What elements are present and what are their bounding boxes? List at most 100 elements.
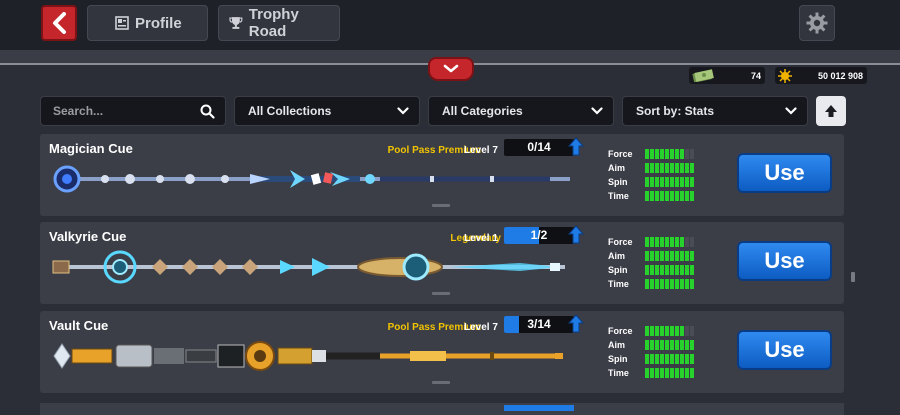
progress-text: 3/14 — [527, 317, 551, 331]
sort-dropdown[interactable]: Sort by: Stats — [622, 96, 808, 126]
stat-segment — [655, 354, 659, 364]
settings-button[interactable] — [799, 5, 835, 41]
stat-segment — [680, 354, 684, 364]
stat-segment — [665, 163, 669, 173]
stat-segment — [645, 326, 649, 336]
use-button[interactable]: Use — [737, 241, 832, 281]
stat-bar — [645, 354, 694, 364]
stat-segment — [665, 326, 669, 336]
stat-segment — [675, 163, 679, 173]
collapse-header-button[interactable] — [428, 57, 474, 81]
stat-segment — [680, 237, 684, 247]
tab-trophy-road-label: Trophy Road — [248, 6, 299, 40]
stat-segment — [645, 163, 649, 173]
tab-profile[interactable]: Profile — [87, 5, 208, 41]
search-input[interactable]: Search... — [40, 96, 226, 126]
cue-card-partial[interactable] — [40, 403, 844, 415]
stat-segment — [650, 149, 654, 159]
stat-segment — [675, 149, 679, 159]
stat-segment — [655, 177, 659, 187]
stat-label: Spin — [608, 177, 628, 187]
stat-segment — [660, 177, 664, 187]
stat-bar — [645, 163, 694, 173]
stat-segment — [645, 265, 649, 275]
cue-stats: Force Aim Spin Time — [608, 235, 694, 291]
tab-trophy-road[interactable]: Trophy Road — [218, 5, 340, 41]
trophy-icon — [229, 17, 243, 29]
stat-bar — [645, 265, 694, 275]
scrollbar-thumb[interactable] — [851, 272, 855, 282]
stat-segment — [650, 326, 654, 336]
chevron-down-icon — [591, 107, 603, 115]
stat-label: Time — [608, 279, 629, 289]
stat-segment — [690, 354, 694, 364]
collections-dropdown[interactable]: All Collections — [234, 96, 420, 126]
stat-segment — [660, 265, 664, 275]
stat-bar — [645, 326, 694, 336]
cue-card-magician[interactable]: Magician Cue Pool Pass Premium Level 7 0… — [40, 134, 844, 216]
cue-stats: Force Aim Spin Time — [608, 324, 694, 380]
upgrade-progress-bar: 3/14 — [504, 316, 574, 333]
stat-segment — [650, 251, 654, 261]
cue-card-valkyrie[interactable]: Valkyrie Cue Legendary Level 1 1/2 Force… — [40, 222, 844, 304]
stat-segment — [680, 163, 684, 173]
stat-label: Force — [608, 237, 633, 247]
stat-segment — [655, 326, 659, 336]
stat-segment — [690, 340, 694, 350]
stat-segment — [645, 149, 649, 159]
stat-segment — [685, 354, 689, 364]
stat-bar — [645, 279, 694, 289]
stat-segment — [675, 368, 679, 378]
use-button[interactable]: Use — [737, 153, 832, 193]
stat-segment — [675, 326, 679, 336]
stat-aim: Aim — [608, 338, 694, 352]
categories-dropdown[interactable]: All Categories — [428, 96, 614, 126]
stat-segment — [645, 368, 649, 378]
drag-handle — [432, 381, 450, 384]
stat-segment — [685, 265, 689, 275]
stat-segment — [690, 163, 694, 173]
stat-segment — [665, 191, 669, 201]
progress-text: 0/14 — [527, 140, 551, 154]
stat-segment — [670, 279, 674, 289]
stat-segment — [685, 163, 689, 173]
stat-bar — [645, 177, 694, 187]
stat-segment — [665, 354, 669, 364]
stat-segment — [680, 191, 684, 201]
stat-segment — [685, 340, 689, 350]
stat-segment — [660, 191, 664, 201]
sort-direction-button[interactable] — [816, 96, 846, 126]
stat-segment — [660, 326, 664, 336]
stat-segment — [685, 149, 689, 159]
use-button[interactable]: Use — [737, 330, 832, 370]
stat-segment — [665, 149, 669, 159]
stat-segment — [680, 265, 684, 275]
stat-segment — [660, 149, 664, 159]
stat-segment — [670, 340, 674, 350]
cash-counter: 74 — [689, 67, 765, 84]
stat-spin: Spin — [608, 263, 694, 277]
stat-segment — [665, 340, 669, 350]
stat-segment — [670, 191, 674, 201]
stat-segment — [690, 149, 694, 159]
stat-segment — [660, 368, 664, 378]
cue-level: Level 1 — [464, 233, 498, 244]
stat-segment — [670, 149, 674, 159]
cue-name: Vault Cue — [49, 318, 109, 333]
stat-segment — [690, 368, 694, 378]
stat-time: Time — [608, 277, 694, 291]
stat-segment — [670, 326, 674, 336]
cue-card-vault[interactable]: Vault Cue Pool Pass Premium Level 7 3/14… — [40, 311, 844, 393]
stat-label: Time — [608, 368, 629, 378]
stat-label: Force — [608, 326, 633, 336]
stat-label: Aim — [608, 251, 626, 261]
stat-segment — [650, 368, 654, 378]
stat-segment — [690, 326, 694, 336]
stat-segment — [645, 354, 649, 364]
stat-segment — [685, 237, 689, 247]
stat-segment — [665, 177, 669, 187]
stat-segment — [665, 368, 669, 378]
stat-segment — [675, 191, 679, 201]
back-button[interactable] — [41, 5, 77, 41]
stat-label: Aim — [608, 163, 626, 173]
